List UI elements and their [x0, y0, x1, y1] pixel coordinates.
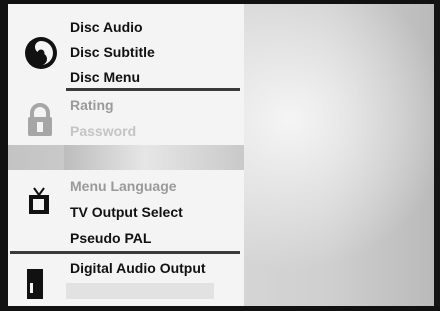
menu-gap-band	[64, 145, 244, 170]
tv-icon	[29, 187, 49, 214]
menu-item-tv-output-select[interactable]: TV Output Select	[70, 203, 183, 221]
group-divider	[66, 88, 240, 91]
screen-frame-left	[0, 0, 8, 311]
group-divider	[10, 251, 240, 254]
submenu-value-bar	[66, 283, 214, 299]
menu-item-pseudo-pal[interactable]: Pseudo PAL	[70, 229, 151, 247]
menu-item-disc-audio[interactable]: Disc Audio	[70, 18, 143, 36]
padlock-icon	[28, 103, 52, 136]
menu-item-password[interactable]: Password	[70, 122, 136, 140]
menu-item-rating[interactable]: Rating	[70, 96, 114, 114]
speaker-icon	[27, 269, 43, 299]
menu-item-disc-menu[interactable]: Disc Menu	[70, 68, 140, 86]
menu-item-menu-language[interactable]: Menu Language	[70, 177, 177, 195]
screen-frame-right	[434, 0, 440, 311]
disc-icon	[25, 37, 57, 69]
osd-screen: Disc Audio Disc Subtitle Disc Menu Ratin…	[0, 0, 440, 311]
menu-item-disc-subtitle[interactable]: Disc Subtitle	[70, 43, 155, 61]
screen-frame-bottom	[0, 306, 440, 311]
menu-item-digital-audio-output[interactable]: Digital Audio Output	[70, 259, 206, 277]
